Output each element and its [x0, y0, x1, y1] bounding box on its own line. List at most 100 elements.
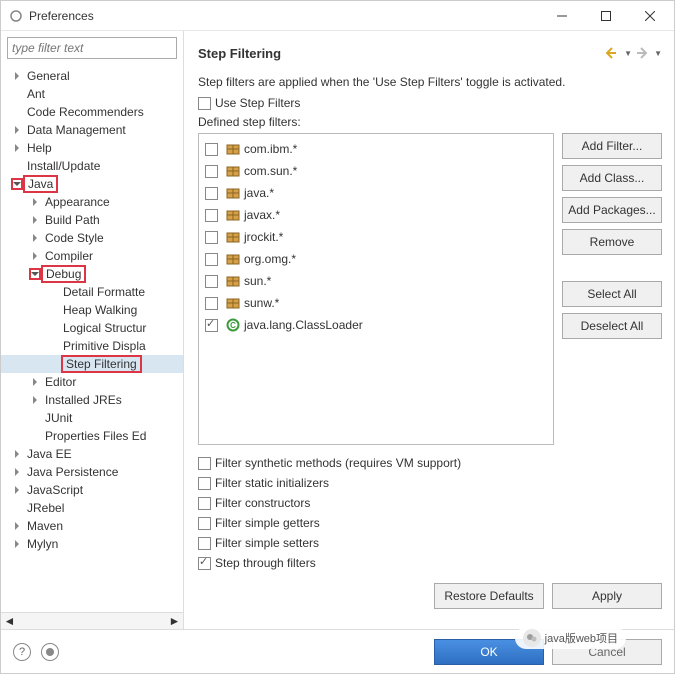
tree-item[interactable]: JRebel — [1, 499, 183, 517]
tree-item[interactable]: Heap Walking — [1, 301, 183, 319]
select-all-button[interactable]: Select All — [562, 281, 662, 307]
restore-defaults-button[interactable]: Restore Defaults — [434, 583, 544, 609]
tree-item[interactable]: Debug — [1, 265, 183, 283]
tree-item[interactable]: Build Path — [1, 211, 183, 229]
filter-input[interactable] — [7, 37, 177, 59]
option-checkbox[interactable]: Filter static initializers — [198, 473, 662, 493]
preference-tree[interactable]: General AntCode RecommendersData Manageme… — [1, 65, 183, 612]
remove-button[interactable]: Remove — [562, 229, 662, 255]
option-checkbox[interactable]: Step through filters — [198, 553, 662, 573]
tree-item[interactable]: Ant — [1, 85, 183, 103]
filter-row[interactable]: jrockit.* — [201, 226, 551, 248]
forward-icon[interactable] — [636, 47, 650, 59]
tree-item[interactable]: Install/Update — [1, 157, 183, 175]
filter-label: org.omg.* — [244, 252, 296, 266]
tree-item[interactable]: Code Recommenders — [1, 103, 183, 121]
spacer — [47, 322, 59, 334]
tree-label: Install/Update — [25, 159, 102, 173]
horizontal-scrollbar[interactable]: ◄ ► — [1, 612, 183, 629]
tree-label: Properties Files Ed — [43, 429, 148, 443]
filter-checkbox[interactable] — [205, 165, 218, 178]
tree-label: Mylyn — [25, 537, 60, 551]
tree-label: Appearance — [43, 195, 112, 209]
minimize-button[interactable] — [540, 2, 584, 30]
tree-item[interactable]: Logical Structur — [1, 319, 183, 337]
option-checkbox[interactable]: Filter synthetic methods (requires VM su… — [198, 453, 662, 473]
tree-label: Logical Structur — [61, 321, 148, 335]
filter-row[interactable]: sunw.* — [201, 292, 551, 314]
tree-item[interactable]: Maven — [1, 517, 183, 535]
filter-row[interactable]: javax.* — [201, 204, 551, 226]
tree-item[interactable]: Installed JREs — [1, 391, 183, 409]
context-icon[interactable] — [41, 643, 59, 661]
tree-item[interactable]: JUnit — [1, 409, 183, 427]
filter-checkbox[interactable] — [205, 143, 218, 156]
close-button[interactable] — [628, 2, 672, 30]
filter-checkbox[interactable] — [205, 231, 218, 244]
tree-item[interactable]: Editor — [1, 373, 183, 391]
tree-item[interactable]: Primitive Displa — [1, 337, 183, 355]
spacer — [11, 106, 23, 118]
add-packages-button[interactable]: Add Packages... — [562, 197, 662, 223]
filter-checkbox[interactable] — [205, 319, 218, 332]
titlebar: Preferences — [1, 1, 674, 31]
option-label: Filter static initializers — [215, 476, 329, 490]
add-class-button[interactable]: Add Class... — [562, 165, 662, 191]
tree-item[interactable]: Java EE — [1, 445, 183, 463]
filter-checkbox[interactable] — [205, 275, 218, 288]
tree-item[interactable]: Compiler — [1, 247, 183, 265]
tree-item[interactable]: Appearance — [1, 193, 183, 211]
tree-item[interactable]: Step Filtering — [1, 355, 183, 373]
add-filter-button[interactable]: Add Filter... — [562, 133, 662, 159]
tree-item[interactable]: General — [1, 67, 183, 85]
tree-item[interactable]: JavaScript — [1, 481, 183, 499]
forward-menu-icon[interactable]: ▼ — [654, 49, 662, 58]
filter-row[interactable]: com.ibm.* — [201, 138, 551, 160]
maximize-button[interactable] — [584, 2, 628, 30]
chevron-right-icon — [11, 484, 23, 496]
tree-item[interactable]: Java — [1, 175, 183, 193]
option-label: Filter synthetic methods (requires VM su… — [215, 456, 461, 470]
tree-item[interactable]: Detail Formatte — [1, 283, 183, 301]
filter-label: java.* — [244, 186, 274, 200]
filter-checkbox[interactable] — [205, 209, 218, 222]
filter-label: java.lang.ClassLoader — [244, 318, 363, 332]
filter-label: sunw.* — [244, 296, 279, 310]
back-menu-icon[interactable]: ▼ — [624, 49, 632, 58]
filter-list[interactable]: com.ibm.* com.sun.* java.* javax.*jrockit.*… — [198, 133, 554, 445]
use-step-filters-checkbox[interactable]: Use Step Filters — [198, 93, 662, 113]
tree-label: Heap Walking — [61, 303, 139, 317]
chevron-right-icon — [29, 196, 41, 208]
tree-item[interactable]: Help — [1, 139, 183, 157]
wechat-icon — [523, 629, 541, 647]
deselect-all-button[interactable]: Deselect All — [562, 313, 662, 339]
page-title: Step Filtering — [198, 46, 606, 61]
filter-label: com.ibm.* — [244, 142, 297, 156]
scroll-right-icon[interactable]: ► — [166, 613, 183, 630]
apply-button[interactable]: Apply — [552, 583, 662, 609]
option-checkbox[interactable]: Filter simple setters — [198, 533, 662, 553]
filter-checkbox[interactable] — [205, 297, 218, 310]
option-checkbox[interactable]: Filter simple getters — [198, 513, 662, 533]
filter-checkbox[interactable] — [205, 187, 218, 200]
tree-item[interactable]: Properties Files Ed — [1, 427, 183, 445]
tree-label: Maven — [25, 519, 65, 533]
filter-label: sun.* — [244, 274, 271, 288]
tree-label: Java Persistence — [25, 465, 120, 479]
tree-item[interactable]: Mylyn — [1, 535, 183, 553]
chevron-right-icon — [29, 394, 41, 406]
filter-row[interactable]: sun.* — [201, 270, 551, 292]
help-icon[interactable]: ? — [13, 643, 31, 661]
option-checkbox[interactable]: Filter constructors — [198, 493, 662, 513]
tree-item[interactable]: Data Management — [1, 121, 183, 139]
filter-row[interactable]: org.omg.* — [201, 248, 551, 270]
filter-row[interactable]: com.sun.* — [201, 160, 551, 182]
back-icon[interactable] — [606, 47, 620, 59]
scroll-left-icon[interactable]: ◄ — [1, 613, 18, 630]
filter-checkbox[interactable] — [205, 253, 218, 266]
filter-row[interactable]: java.* — [201, 182, 551, 204]
tree-item[interactable]: Code Style — [1, 229, 183, 247]
tree-label: General — [25, 69, 72, 83]
tree-item[interactable]: Java Persistence — [1, 463, 183, 481]
filter-row[interactable]: Cjava.lang.ClassLoader — [201, 314, 551, 336]
